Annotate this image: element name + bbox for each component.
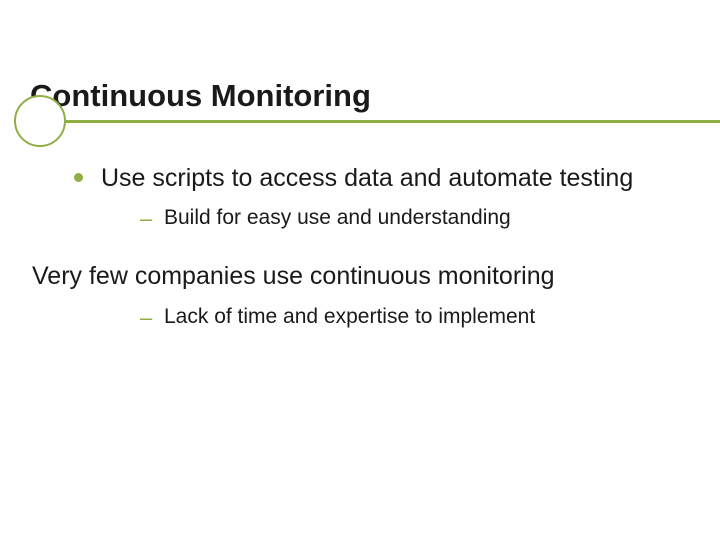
dash-icon: – — [140, 305, 150, 331]
plain-line: Very few companies use continuous monito… — [32, 260, 690, 293]
horizontal-line — [64, 120, 720, 123]
bullet-disc-icon — [74, 173, 83, 182]
sub-bullet-item: – Lack of time and expertise to implemen… — [30, 303, 690, 331]
sub-bullet-item: – Build for easy use and understanding — [30, 204, 690, 232]
sub-bullet-text: Lack of time and expertise to implement — [164, 303, 690, 330]
slide-title: Continuous Monitoring — [0, 78, 720, 120]
slide-content: Use scripts to access data and automate … — [30, 162, 690, 359]
bullet-item: Use scripts to access data and automate … — [30, 162, 690, 194]
bullet-text: Use scripts to access data and automate … — [101, 162, 690, 194]
sub-bullet-text: Build for easy use and understanding — [164, 204, 690, 231]
slide-header: Continuous Monitoring — [0, 78, 720, 123]
circle-icon — [14, 95, 66, 147]
title-rule — [0, 120, 720, 123]
slide: Continuous Monitoring Use scripts to acc… — [0, 0, 720, 540]
dash-icon: – — [140, 206, 150, 232]
